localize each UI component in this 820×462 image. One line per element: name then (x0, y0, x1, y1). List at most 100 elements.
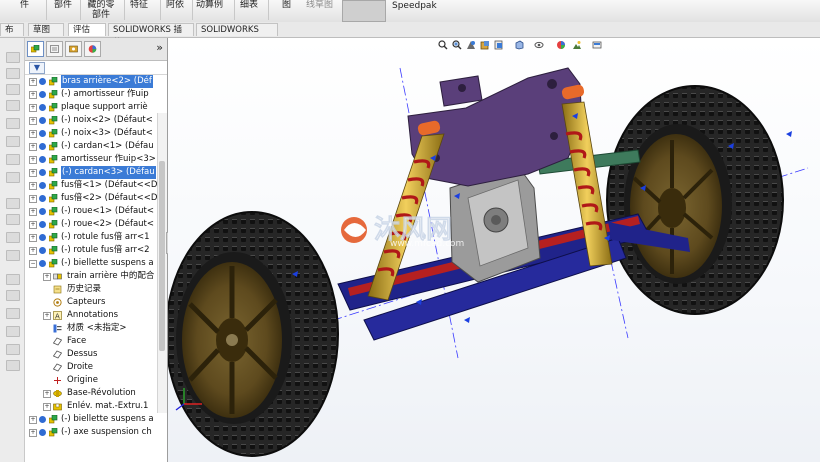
tree-item[interactable]: Dessus (25, 348, 157, 361)
view-orientation-icon[interactable] (494, 40, 504, 50)
display-manager-tab[interactable] (84, 41, 101, 57)
tool-icon[interactable] (6, 198, 20, 209)
tree-item[interactable]: + fus偣<1> (Défaut<<D (25, 179, 157, 192)
expand-icon[interactable]: + (43, 312, 51, 320)
expand-icon[interactable]: + (43, 390, 51, 398)
tree-item[interactable]: + fus偣<2> (Défaut<<D (25, 192, 157, 205)
ribbon-item-bom[interactable]: 细表 (240, 0, 258, 10)
ribbon-item-motion-study[interactable]: 动算例 (196, 0, 223, 10)
appearance-icon[interactable] (556, 40, 566, 50)
tree-item[interactable]: + amortisseur 作uip<3> (25, 153, 157, 166)
tool-icon[interactable] (6, 360, 20, 371)
tree-item[interactable]: + (-) axe suspension ch (25, 426, 157, 439)
tree-item[interactable]: + (-) cardan<1> (Défau (25, 140, 157, 153)
expand-icon[interactable]: + (29, 117, 37, 125)
expand-icon[interactable]: + (29, 156, 37, 164)
previous-view-icon[interactable] (466, 40, 476, 50)
tool-icon[interactable] (6, 290, 20, 301)
tree-item[interactable]: − (-) biellette suspens a (25, 257, 157, 270)
filter-icon[interactable]: ▼ (29, 62, 45, 74)
tree-item[interactable]: 历史记录 (25, 283, 157, 296)
tool-icon[interactable] (6, 214, 20, 225)
expand-icon[interactable]: + (29, 130, 37, 138)
expand-icon[interactable]: + (29, 104, 37, 112)
tree-item[interactable]: + (-) noix<3> (Défaut< (25, 127, 157, 140)
tree-item[interactable]: Origine (25, 374, 157, 387)
expand-icon[interactable]: + (29, 416, 37, 424)
tree-item[interactable]: + train arrière 中的配合 (25, 270, 157, 283)
tree-item[interactable]: + (-) roue<1> (Défaut< (25, 205, 157, 218)
tool-icon[interactable] (6, 100, 20, 111)
ribbon-item-pattern[interactable]: 阿依 (166, 0, 184, 10)
tool-icon[interactable] (6, 250, 20, 261)
tree-item[interactable]: Droite (25, 361, 157, 374)
hide-show-icon[interactable] (534, 40, 544, 50)
tool-icon[interactable] (6, 308, 20, 319)
panel-more-button[interactable]: » (156, 41, 163, 54)
search-icon[interactable] (438, 40, 448, 50)
tree-item[interactable]: + Base-Révolution (25, 387, 157, 400)
tree-item[interactable]: + (-) cardan<3> (Défau (25, 166, 157, 179)
tab-solidworks-addins[interactable]: SOLIDWORKS 插件 (108, 23, 194, 48)
expand-icon[interactable]: + (29, 91, 37, 99)
expand-icon[interactable]: + (29, 78, 37, 86)
tool-icon[interactable] (6, 172, 20, 183)
expand-icon[interactable]: + (29, 234, 37, 242)
tree-item[interactable]: + bras arrière<2> (Déf (25, 75, 157, 88)
tree-item[interactable]: 材质 <未指定> (25, 322, 157, 335)
tree-item[interactable]: + (-) amortisseur 作uip (25, 88, 157, 101)
tool-icon[interactable] (6, 118, 20, 129)
expand-icon[interactable]: + (29, 182, 37, 190)
ribbon-active-button[interactable] (342, 0, 386, 22)
scene-icon[interactable] (572, 40, 582, 50)
expand-icon[interactable]: + (29, 195, 37, 203)
ribbon-item-drawing[interactable]: 图 (282, 0, 291, 10)
expand-icon[interactable]: + (29, 169, 37, 177)
tool-icon[interactable] (6, 84, 20, 95)
display-style-icon[interactable] (514, 40, 524, 50)
tree-scrollbar[interactable] (157, 113, 167, 413)
scrollbar-thumb[interactable] (159, 161, 165, 351)
tree-item[interactable]: Capteurs (25, 296, 157, 309)
tree-item[interactable]: + Enlév. mat.-Extru.1 (25, 400, 157, 413)
expand-icon[interactable]: + (29, 143, 37, 151)
tree-item[interactable]: + A Annotations (25, 309, 157, 322)
tool-icon[interactable] (6, 154, 20, 165)
section-view-icon[interactable] (480, 40, 490, 50)
ribbon-item-component[interactable]: 部件 (52, 0, 74, 10)
tree-item[interactable]: + (-) rotule fus偣 arr<2 (25, 244, 157, 257)
tool-icon[interactable] (6, 274, 20, 285)
tool-icon[interactable] (6, 344, 20, 355)
ribbon-item-speedpak[interactable]: Speedpak (392, 1, 437, 11)
expand-icon[interactable]: + (29, 208, 37, 216)
expand-icon[interactable]: + (43, 403, 51, 411)
collapse-icon[interactable]: − (29, 260, 37, 268)
tab-sketch[interactable]: 草图 (28, 23, 64, 36)
expand-icon[interactable]: + (43, 273, 51, 281)
expand-icon[interactable]: + (29, 221, 37, 229)
ribbon-item-part[interactable]: 件 (20, 0, 29, 10)
ribbon-item-hidden-components[interactable]: 藏的零部件 (84, 0, 118, 20)
zoom-area-icon[interactable] (452, 40, 462, 50)
expand-icon[interactable]: + (29, 429, 37, 437)
tree-item[interactable]: Face (25, 335, 157, 348)
tool-icon[interactable] (6, 326, 20, 337)
tool-icon[interactable] (6, 68, 20, 79)
ribbon-item-3d-sketch[interactable]: 线草图 (306, 0, 333, 10)
tab-evaluate[interactable]: 评估 (68, 23, 106, 36)
tree-item[interactable]: + (-) rotule fus偣 arr<1 (25, 231, 157, 244)
propertymanager-tab[interactable] (46, 41, 63, 57)
expand-icon[interactable]: + (29, 247, 37, 255)
tool-icon[interactable] (6, 52, 20, 63)
view-settings-icon[interactable] (592, 40, 602, 50)
tree-item[interactable]: + plaque support arriè (25, 101, 157, 114)
graphics-viewport[interactable]: 沐风网 www.mfcad.com (168, 38, 820, 462)
tool-icon[interactable] (6, 232, 20, 243)
featuremanager-tab[interactable] (27, 41, 44, 57)
ribbon-item-feature[interactable]: 特征 (130, 0, 148, 10)
tab-layout[interactable]: 布局 (0, 23, 24, 48)
tool-icon[interactable] (6, 136, 20, 147)
tab-solidworks-mbd[interactable]: SOLIDWORKS MBD (196, 23, 278, 48)
configurationmanager-tab[interactable] (65, 41, 82, 57)
tree-item[interactable]: + (-) roue<2> (Défaut< (25, 218, 157, 231)
